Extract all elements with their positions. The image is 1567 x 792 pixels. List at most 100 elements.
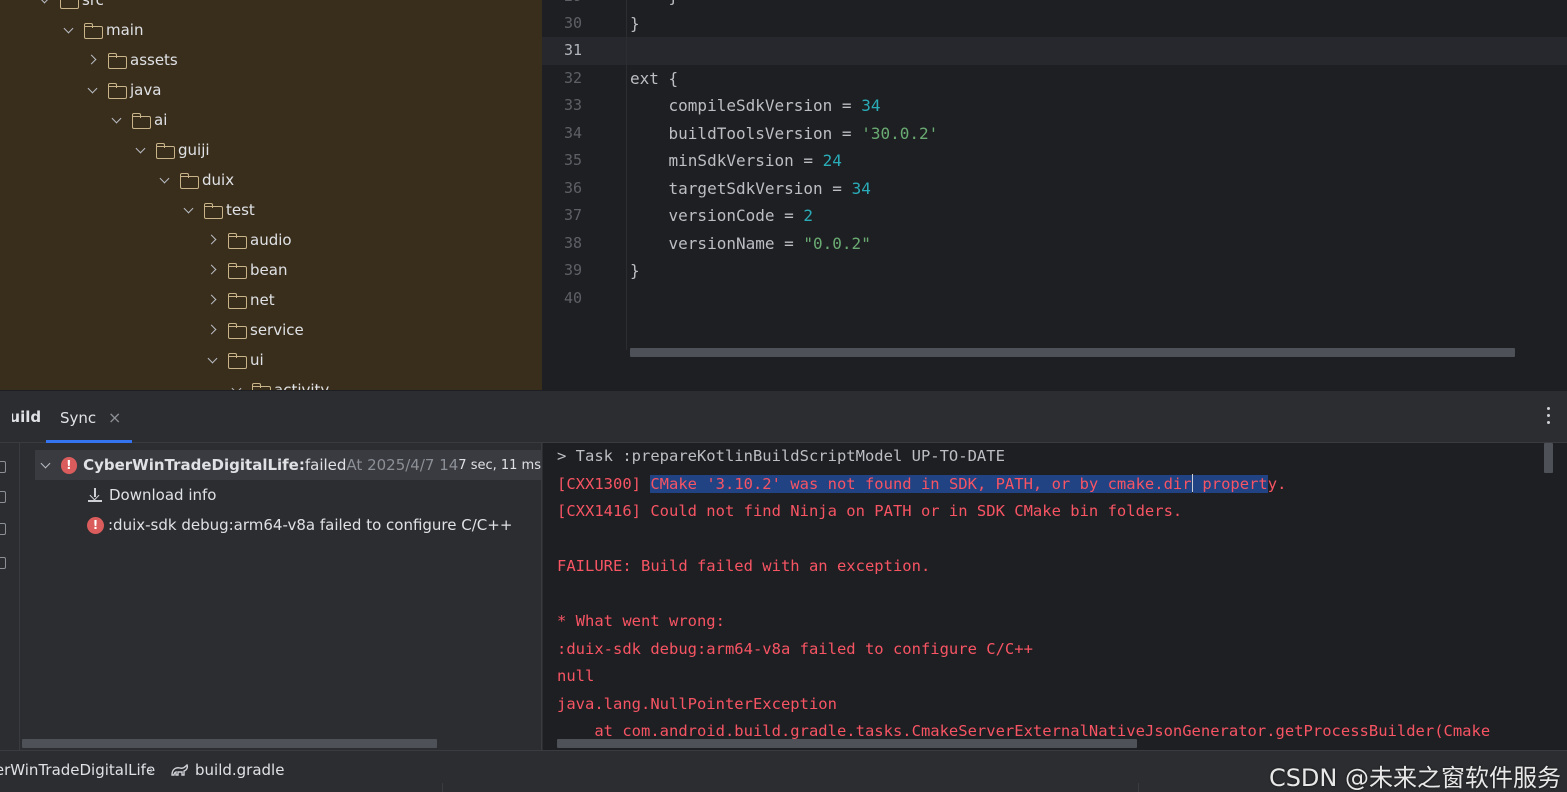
breadcrumb-project[interactable]: CyberWinTradeDigitalLife	[0, 761, 155, 779]
chevron-down-icon[interactable]	[206, 352, 222, 368]
error-icon: !	[87, 516, 104, 534]
rerun-icon[interactable]	[0, 461, 6, 473]
build-tree-panel: ! CyberWinTradeDigitalLife: failed At 20…	[21, 443, 542, 751]
tree-item-src[interactable]: src	[38, 0, 104, 15]
tree-item-label: guiji	[178, 141, 210, 159]
folder-icon	[204, 203, 223, 219]
close-icon[interactable]: ×	[108, 408, 121, 427]
number-literal: 24	[822, 151, 842, 170]
tree-item-ai[interactable]: ai	[110, 105, 167, 135]
chevron-down-icon[interactable]	[62, 22, 78, 38]
chevron-down-icon[interactable]	[158, 172, 174, 188]
build-status: failed	[304, 456, 347, 474]
console-horizontal-scrollbar[interactable]	[557, 739, 1137, 748]
console-line: > Task :prepareKotlinBuildScriptModel UP…	[557, 447, 1005, 465]
tree-item-main[interactable]: main	[62, 15, 143, 45]
chevron-right-icon[interactable]	[86, 52, 102, 68]
tree-item-label: src	[82, 0, 104, 9]
chevron-down-icon[interactable]	[38, 0, 54, 8]
folder-icon	[228, 263, 247, 279]
tree-item-service[interactable]: service	[206, 315, 304, 345]
tool-window-title: Build	[0, 408, 42, 426]
tab-sync[interactable]: Sync ×	[46, 391, 132, 443]
code-line: compileSdkVersion = 34	[630, 92, 881, 119]
settings-icon[interactable]	[0, 557, 6, 569]
chevron-down-icon[interactable]	[134, 142, 150, 158]
tree-item-java[interactable]: java	[86, 75, 161, 105]
tree-item-label: service	[250, 321, 304, 339]
more-options-icon[interactable]	[1545, 407, 1551, 427]
folder-icon	[252, 383, 271, 390]
chevron-down-icon[interactable]	[110, 112, 126, 128]
folder-icon	[156, 143, 175, 159]
chevron-right-icon[interactable]	[206, 232, 222, 248]
build-console-output[interactable]: > Task :prepareKotlinBuildScriptModel UP…	[543, 443, 1567, 751]
editor-horizontal-scrollbar[interactable]	[630, 348, 1515, 357]
folder-icon	[132, 113, 151, 129]
line-number: 39	[563, 261, 582, 279]
property-key: targetSdkVersion =	[630, 179, 852, 198]
tree-item-label: ai	[154, 111, 168, 129]
property-key: versionName =	[630, 234, 804, 253]
breadcrumb-separator: ›	[148, 761, 154, 779]
console-line: null	[557, 667, 595, 685]
build-root-node[interactable]: ! CyberWinTradeDigitalLife: failed At 20…	[35, 450, 541, 480]
project-name: CyberWinTradeDigitalLife:	[83, 456, 305, 474]
chevron-right-icon[interactable]	[206, 292, 222, 308]
chevron-down-icon[interactable]	[182, 202, 198, 218]
code-line: versionCode = 2	[630, 202, 814, 229]
build-tree-horizontal-scrollbar[interactable]	[22, 739, 437, 748]
line-number: 29	[542, 0, 626, 10]
console-line: [CXX1300] CMake '3.10.2' was not found i…	[557, 471, 1286, 498]
tree-item-ui[interactable]: ui	[206, 345, 264, 375]
build-timestamp: At 2025/4/7 14	[346, 456, 459, 474]
tool-window-header: Build Sync ×	[0, 391, 1567, 443]
tree-item-assets[interactable]: assets	[86, 45, 178, 75]
console-line: :duix-sdk debug:arm64-v8a failed to conf…	[557, 640, 1033, 658]
breadcrumb-file[interactable]: build.gradle	[195, 761, 284, 779]
chevron-right-icon[interactable]	[206, 262, 222, 278]
tree-item-label: bean	[250, 261, 288, 279]
tree-item-activity[interactable]: activity	[230, 375, 329, 390]
property-key: minSdkVersion =	[630, 151, 823, 170]
chevron-down-icon[interactable]	[86, 82, 102, 98]
code-line: versionName = "0.0.2"	[630, 230, 871, 257]
tree-item-duix[interactable]: duix	[158, 165, 234, 195]
line-number: 33	[563, 96, 582, 114]
chevron-right-icon[interactable]	[206, 322, 222, 338]
tree-item-label: ui	[250, 351, 264, 369]
status-divider	[442, 783, 443, 792]
folder-icon	[108, 53, 127, 69]
error-code: [CXX1300]	[557, 475, 651, 493]
tree-item-label: duix	[202, 171, 235, 189]
download-info-item[interactable]: Download info	[87, 480, 216, 510]
tree-item-label: assets	[130, 51, 178, 69]
download-info-label: Download info	[109, 486, 217, 504]
line-number-current: 31	[563, 41, 582, 59]
tree-item-test[interactable]: test	[182, 195, 255, 225]
build-error-label: :duix-sdk debug:arm64-v8a failed to conf…	[108, 516, 513, 534]
code-line: buildToolsVersion = '30.0.2'	[630, 120, 939, 147]
tree-item-label: net	[250, 291, 275, 309]
watermark: CSDN @未来之窗软件服务	[1268, 764, 1561, 792]
selected-text: propert	[1193, 475, 1268, 493]
gradle-icon	[171, 763, 189, 776]
chevron-down-icon[interactable]	[39, 457, 55, 473]
error-icon: !	[60, 456, 78, 474]
tree-item-net[interactable]: net	[206, 285, 275, 315]
property-key: buildToolsVersion =	[630, 124, 862, 143]
tree-item-guiji[interactable]: guiji	[134, 135, 210, 165]
line-number: 30	[563, 14, 582, 32]
stop-icon[interactable]	[0, 491, 6, 503]
console-line: * What went wrong:	[557, 612, 725, 630]
code-editor[interactable]: 29 30 31 32 33 34 35 36 37 38 39 40 } } …	[542, 0, 1567, 390]
tree-item-audio[interactable]: audio	[206, 225, 292, 255]
number-literal: 34	[851, 179, 871, 198]
chevron-down-icon[interactable]	[230, 382, 246, 390]
number-literal: 34	[861, 96, 881, 115]
console-vertical-scrollbar[interactable]	[1544, 443, 1553, 473]
tree-item-bean[interactable]: bean	[206, 255, 287, 285]
build-error-item[interactable]: ! :duix-sdk debug:arm64-v8a failed to co…	[87, 510, 512, 540]
string-literal: "0.0.2"	[803, 234, 871, 253]
filter-icon[interactable]	[0, 523, 6, 535]
